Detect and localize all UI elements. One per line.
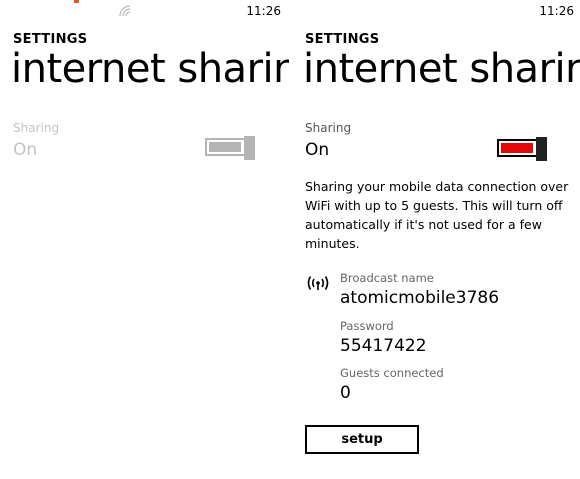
toggle-knob [244,136,255,160]
wifi-signal-icon [119,5,131,17]
setup-button[interactable]: setup [305,425,419,454]
toggle-knob [536,137,547,161]
settings-label: SETTINGS [305,32,380,47]
guests-connected-label: Guests connected [340,366,444,380]
broadcast-icon [307,276,329,290]
broadcast-name-label: Broadcast name [340,271,434,285]
password-label: Password [340,319,394,333]
left-screen: 11:26 SETTINGS internet sharing Sharing … [0,0,289,479]
status-bar-fragment [74,0,79,3]
status-time: 11:26 [539,4,574,18]
sharing-description: Sharing your mobile data connection over… [305,179,569,251]
sharing-toggle[interactable] [205,136,255,160]
status-time: 11:26 [246,4,281,18]
page-title: internet sharing [11,46,289,92]
right-screen: 11:26 SETTINGS internet sharing Sharing … [292,0,580,479]
guests-connected-value: 0 [340,383,351,403]
broadcast-name-value: atomicmobile3786 [340,288,500,308]
sharing-label: Sharing [305,121,352,135]
toggle-fill [209,142,241,152]
sharing-label: Sharing [13,121,60,135]
toggle-fill [501,143,533,153]
sharing-toggle[interactable] [497,137,547,161]
page-title: internet sharing [303,46,580,92]
sharing-state: On [305,140,330,160]
sharing-state: On [13,140,38,160]
settings-label: SETTINGS [13,32,88,47]
password-value: 55417422 [340,336,427,356]
